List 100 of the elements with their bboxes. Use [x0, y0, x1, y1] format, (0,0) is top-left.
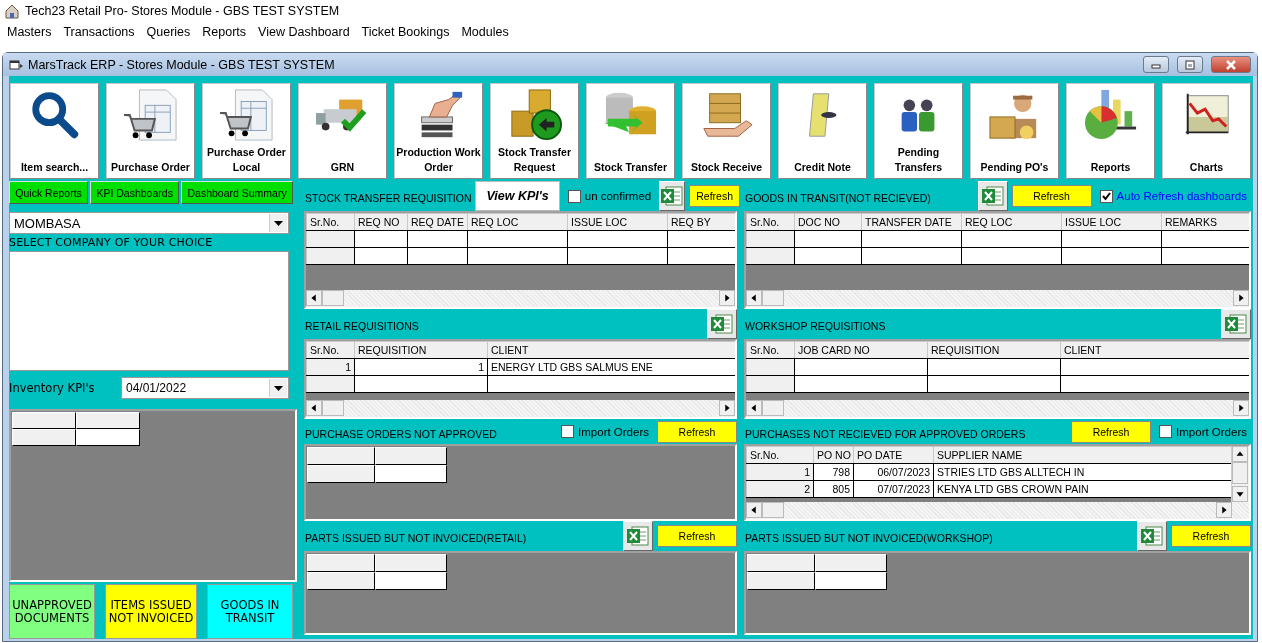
toolbar-button[interactable]: Purchase Order Local [202, 83, 291, 179]
caret-icon [274, 220, 283, 226]
column-header[interactable]: CLIENT [1060, 341, 1249, 359]
checkbox[interactable] [1099, 189, 1113, 203]
scroll-thumb[interactable] [322, 290, 344, 306]
toolbar-button[interactable]: Purchase Order [106, 83, 195, 179]
column-header[interactable]: Sr.No. [306, 341, 355, 359]
horizontal-scrollbar[interactable] [746, 290, 1249, 307]
spreadsheet-icon [710, 312, 734, 336]
nav-button[interactable]: Quick Reports [9, 181, 89, 204]
checkbox-label: un confirmed [584, 190, 652, 202]
toolbar-button[interactable]: Stock Receive [682, 83, 771, 179]
column-header[interactable]: REQUISITION [354, 341, 488, 359]
toolbar-button[interactable]: Pending PO's [970, 83, 1059, 179]
column-header[interactable]: ISSUE LOC [1061, 213, 1162, 231]
scroll-thumb[interactable] [322, 400, 344, 416]
menu-item[interactable]: View Dashboard [252, 25, 356, 39]
refresh-button[interactable]: Refresh [1071, 420, 1152, 443]
toolbar-button[interactable]: Item search... [10, 83, 99, 179]
toolbar-button[interactable]: Stock Transfer [586, 83, 675, 179]
menu-item[interactable]: Ticket Bookings [355, 25, 456, 39]
checkbox-label: Import Orders [1176, 425, 1247, 438]
minimize-button[interactable] [1143, 56, 1169, 73]
column-header[interactable]: PO DATE [853, 446, 934, 464]
checkbox-label: Import Orders [578, 425, 649, 438]
column-header[interactable]: REQ LOC [467, 213, 568, 231]
column-header[interactable]: REQUISITION [927, 341, 1061, 359]
toolbar-button[interactable]: Credit Note [778, 83, 867, 179]
horizontal-scrollbar[interactable] [306, 290, 735, 307]
export-button[interactable] [707, 309, 737, 339]
company-dropdown[interactable]: MOMBASA [9, 212, 289, 234]
date-dropdown[interactable]: 04/01/2022 [121, 377, 289, 399]
column-header[interactable]: REQ DATE [407, 213, 468, 231]
spreadsheet-icon [626, 524, 650, 548]
menu-item[interactable]: Masters [1, 25, 58, 39]
toolbar-button[interactable]: Charts [1162, 83, 1251, 179]
maximize-button[interactable] [1177, 56, 1203, 73]
column-header[interactable]: JOB CARD NO [794, 341, 928, 359]
summary-tile[interactable]: GOODS IN TRANSIT [207, 584, 293, 639]
column-header[interactable]: Sr.No. [306, 213, 355, 231]
view-button[interactable]: View KPI's [475, 181, 560, 211]
menu-item[interactable]: Queries [140, 25, 197, 39]
spreadsheet-icon [980, 184, 1005, 208]
export-button[interactable] [977, 181, 1008, 211]
section-title: STOCK TRANSFER REQUISITION [305, 191, 472, 204]
column-header[interactable]: Sr.No. [746, 213, 795, 231]
column-header[interactable]: CLIENT [487, 341, 735, 359]
menu-item[interactable]: Modules [455, 25, 515, 39]
menu-item[interactable]: Reports [196, 25, 253, 39]
toolbar-button[interactable]: Stock Transfer Request [490, 83, 579, 179]
export-button[interactable] [1221, 309, 1251, 339]
toolbar-button[interactable]: Pending Transfers [874, 83, 963, 179]
toolbar-button[interactable]: Reports [1066, 83, 1155, 179]
export-button[interactable] [659, 181, 686, 211]
refresh-button[interactable]: Refresh [657, 420, 737, 443]
column-header[interactable]: REMARKS [1161, 213, 1249, 231]
app-title: Tech23 Retail Pro- Stores Module - GBS TEST SYSTEM [25, 4, 340, 18]
scroll-thumb[interactable] [762, 290, 784, 306]
nav-button[interactable]: KPI Dashboards [90, 181, 180, 204]
vertical-scrollbar[interactable] [1231, 446, 1249, 502]
refresh-button[interactable]: Refresh [1171, 525, 1251, 547]
column-header[interactable]: REQ BY [667, 213, 735, 231]
checkbox[interactable] [561, 425, 575, 438]
export-button[interactable] [623, 521, 653, 551]
section-title: PURCHASES NOT RECIEVED FOR APPROVED ORDERS [745, 426, 1026, 440]
checkbox[interactable] [567, 189, 581, 203]
scroll-thumb[interactable] [762, 400, 784, 416]
toolbar-button[interactable]: Production Work Order [394, 83, 483, 179]
column-header[interactable]: REQ LOC [961, 213, 1062, 231]
export-button[interactable] [1137, 521, 1167, 551]
summary-tile[interactable]: UNAPPROVED DOCUMENTS [9, 584, 95, 639]
field-label: Inventory KPI's [9, 381, 96, 395]
column-header[interactable]: ISSUE LOC [567, 213, 668, 231]
section-title: PURCHASE ORDERS NOT APPROVED [305, 426, 497, 440]
column-header[interactable]: REQ NO [354, 213, 408, 231]
menu-item[interactable]: Transactions [57, 25, 141, 39]
refresh-button[interactable]: Refresh [1011, 185, 1092, 207]
toolbar-button[interactable]: GRN [298, 83, 387, 179]
close-button[interactable] [1211, 56, 1251, 73]
refresh-button[interactable]: Refresh [689, 185, 740, 207]
column-header[interactable]: Sr.No. [746, 446, 814, 464]
column-header[interactable]: TRANSFER DATE [861, 213, 962, 231]
nav-button[interactable]: Dashboard Summary [181, 181, 293, 204]
refresh-button[interactable]: Refresh [657, 525, 737, 547]
scroll-thumb[interactable] [762, 502, 784, 518]
horizontal-scrollbar[interactable] [746, 502, 1249, 519]
spreadsheet-icon [1224, 312, 1248, 336]
column-header[interactable]: Sr.No. [746, 341, 795, 359]
scroll-thumb[interactable] [1232, 462, 1248, 484]
company-list[interactable] [9, 251, 289, 371]
horizontal-scrollbar[interactable] [746, 400, 1249, 417]
column-header[interactable]: SUPPLIER NAME [933, 446, 1231, 464]
checkbox[interactable] [1159, 425, 1173, 438]
section-title: PARTS ISSUED BUT NOT INVOICED(WORKSHOP) [745, 531, 993, 544]
horizontal-scrollbar[interactable] [306, 400, 735, 417]
maximize-icon [1183, 58, 1197, 71]
column-header[interactable]: DOC NO [794, 213, 862, 231]
column-header[interactable]: PO NO [813, 446, 854, 464]
summary-tile[interactable]: ITEMS ISSUED NOT INVOICED [105, 584, 197, 639]
cart-document-icon [217, 88, 276, 142]
